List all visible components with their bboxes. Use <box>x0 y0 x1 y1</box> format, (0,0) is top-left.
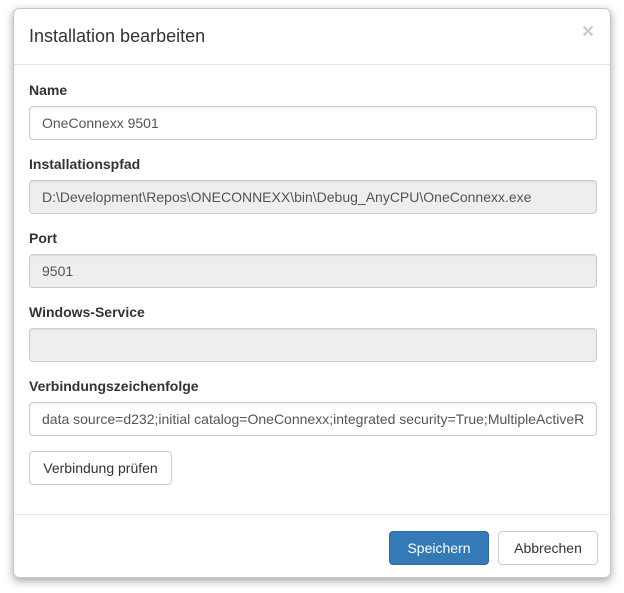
connection-label: Verbindungszeichenfolge <box>29 378 199 394</box>
port-group: Port <box>29 229 597 303</box>
dialog-header: Installation bearbeiten × <box>14 9 610 65</box>
test-connection-button[interactable]: Verbindung prüfen <box>29 451 172 485</box>
dialog-title: Installation bearbeiten <box>29 26 206 46</box>
path-group: Installationspfad <box>29 155 597 229</box>
service-input <box>29 328 597 362</box>
name-group: Name <box>29 81 597 155</box>
port-input <box>29 254 597 288</box>
path-input <box>29 180 597 214</box>
service-group: Windows-Service <box>29 303 597 377</box>
path-label: Installationspfad <box>29 156 141 172</box>
service-label: Windows-Service <box>29 304 145 320</box>
edit-installation-dialog: Installation bearbeiten × Name Installat… <box>13 8 611 578</box>
cancel-button[interactable]: Abbrechen <box>498 531 598 565</box>
name-input[interactable] <box>29 106 597 140</box>
dialog-body: Name Installationspfad Port Windows-Serv… <box>29 81 597 451</box>
name-label: Name <box>29 82 68 98</box>
connection-string-input[interactable] <box>29 402 597 436</box>
port-label: Port <box>29 230 57 246</box>
connection-group: Verbindungszeichenfolge <box>29 377 597 451</box>
close-icon[interactable]: × <box>580 21 596 42</box>
dialog-footer: Speichern Abbrechen <box>14 514 610 579</box>
save-button[interactable]: Speichern <box>389 531 489 565</box>
